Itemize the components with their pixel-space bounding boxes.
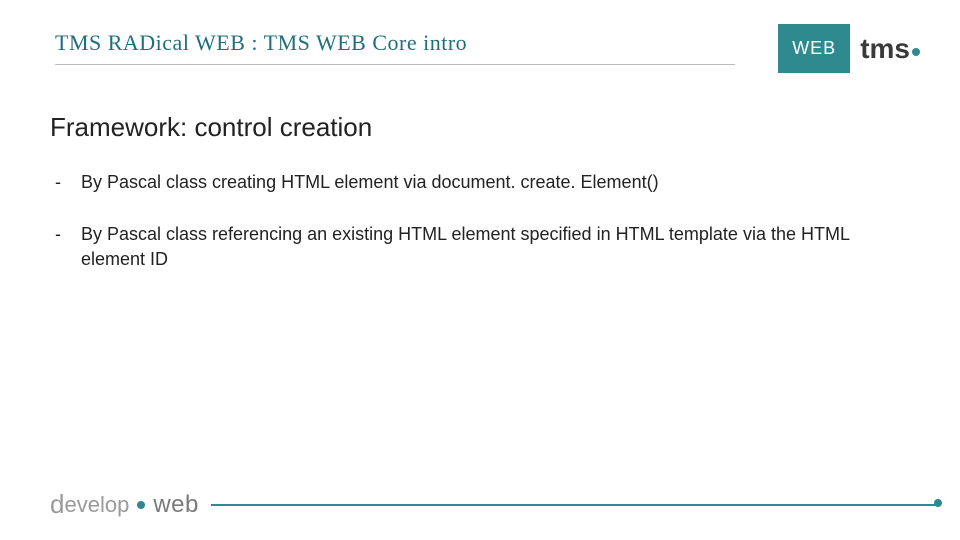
web-badge: WEB (778, 24, 850, 73)
footer: develop web (50, 489, 940, 520)
list-item-text: By Pascal class referencing an existing … (81, 222, 900, 271)
brand-logo: WEB tms (778, 24, 920, 73)
section-heading: Framework: control creation (50, 112, 372, 143)
footer-brand-first: d (50, 489, 64, 520)
list-item-text: By Pascal class creating HTML element vi… (81, 170, 659, 194)
tms-logo: tms (860, 33, 920, 65)
dot-icon (137, 501, 145, 509)
list-item: - By Pascal class referencing an existin… (55, 222, 900, 271)
footer-web-label: web (153, 491, 199, 519)
footer-line (211, 504, 940, 506)
bullet-dash-icon: - (55, 222, 81, 246)
tms-logo-text: tms (860, 33, 910, 64)
bullet-list: - By Pascal class creating HTML element … (55, 170, 900, 299)
list-item: - By Pascal class creating HTML element … (55, 170, 900, 194)
bullet-dash-icon: - (55, 170, 81, 194)
footer-brand-rest: evelop (64, 492, 129, 518)
dot-icon (912, 48, 920, 56)
title-underline (55, 64, 735, 65)
